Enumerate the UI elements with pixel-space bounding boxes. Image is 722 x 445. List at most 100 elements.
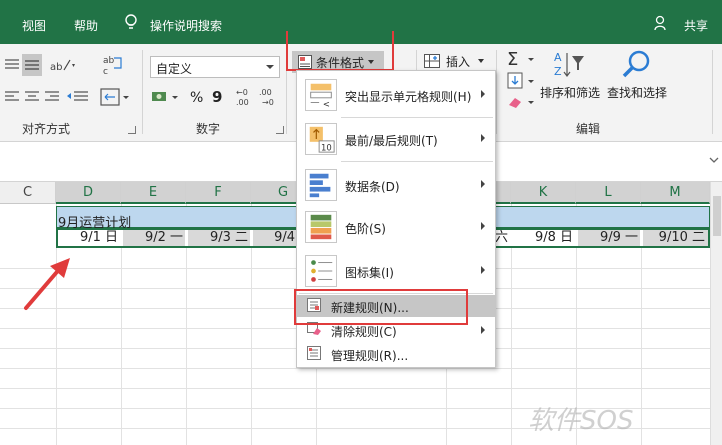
accounting-format-icon[interactable] xyxy=(150,88,182,106)
svg-text:c: c xyxy=(103,67,108,76)
chevron-down-icon xyxy=(266,65,274,69)
manage-rules-icon xyxy=(307,346,321,360)
date-cell[interactable]: 9/10 二 xyxy=(643,230,705,246)
annotation-arrow-icon xyxy=(24,258,70,310)
merge-center-icon[interactable] xyxy=(100,88,130,106)
align-middle-icon xyxy=(25,60,39,70)
vertical-scrollbar[interactable] xyxy=(710,182,722,445)
chevron-right-icon xyxy=(481,222,485,230)
tab-view[interactable]: 视图 xyxy=(22,17,46,34)
gridline xyxy=(0,368,710,369)
align-right-icon[interactable] xyxy=(44,90,60,104)
number-format-select[interactable]: 自定义 xyxy=(150,56,280,78)
align-center-icon[interactable] xyxy=(24,90,40,104)
column-header-f[interactable]: F xyxy=(186,182,251,204)
sort-filter-label[interactable]: 排序和筛选 xyxy=(540,84,600,101)
chevron-right-icon xyxy=(481,90,485,98)
menu-item-icon-sets[interactable]: 图标集(I) xyxy=(297,251,495,291)
svg-text:A: A xyxy=(554,51,562,64)
decrease-indent-icon[interactable] xyxy=(66,90,90,104)
top-ten-label: 10 xyxy=(321,142,332,152)
top-bottom-rules-icon: 10 xyxy=(305,123,337,155)
menu-item-label: 最前/最后规则(T) xyxy=(345,134,438,148)
menu-item-data-bars[interactable]: 数据条(D) xyxy=(297,165,495,205)
menu-item-manage-rules[interactable]: 管理规则(R)... xyxy=(297,343,495,365)
date-cell[interactable]: 9/9 一 xyxy=(578,230,638,246)
menu-item-label: 清除规则(C) xyxy=(331,325,397,339)
watermark-text: 软件SOS xyxy=(528,406,634,436)
svg-text:ab: ab xyxy=(103,56,115,66)
tab-help[interactable]: 帮助 xyxy=(74,17,98,34)
group-label-editing: 编辑 xyxy=(576,122,601,136)
svg-text:→0: →0 xyxy=(262,98,274,107)
chevron-right-icon xyxy=(481,134,485,142)
data-bars-icon xyxy=(305,169,337,201)
align-left-icon[interactable] xyxy=(4,90,20,104)
date-cell[interactable]: 9/3 二 xyxy=(188,230,248,246)
align-middle-button[interactable] xyxy=(22,54,42,76)
group-label-alignment: 对齐方式 xyxy=(22,122,71,136)
chevron-right-icon xyxy=(481,180,485,188)
highlight-box-conditional-formatting xyxy=(286,31,394,71)
number-dialog-launcher[interactable] xyxy=(276,126,284,134)
svg-text:.00: .00 xyxy=(236,98,249,107)
decrease-decimal-icon[interactable]: .00 →0 xyxy=(258,86,278,108)
menu-divider xyxy=(341,117,493,118)
group-divider xyxy=(142,50,143,134)
gridline xyxy=(0,388,710,389)
menu-item-top-bottom[interactable]: 10 最前/最后规则(T) xyxy=(297,119,495,159)
menu-item-label: 数据条(D) xyxy=(345,180,400,194)
group-divider xyxy=(496,50,497,134)
column-header-m[interactable]: M xyxy=(641,182,710,204)
lightbulb-icon[interactable] xyxy=(124,14,138,32)
menu-item-highlight-rules[interactable]: < 突出显示单元格规则(H) xyxy=(297,75,495,115)
autosum-icon[interactable]: Σ xyxy=(506,48,536,68)
date-cell[interactable]: 9/2 一 xyxy=(123,230,183,246)
number-format-value: 自定义 xyxy=(156,62,193,76)
column-header-l[interactable]: L xyxy=(576,182,641,204)
increase-decimal-icon[interactable]: ←0 .00 xyxy=(234,86,254,108)
column-header-c[interactable]: C xyxy=(0,182,56,204)
insert-cells-button[interactable]: 插入 xyxy=(424,50,485,72)
insert-cells-icon xyxy=(424,54,440,68)
insert-cells-label: 插入 xyxy=(446,54,471,69)
group-label-number: 数字 xyxy=(196,122,221,136)
chevron-down-icon xyxy=(478,59,485,63)
group-divider xyxy=(712,50,713,134)
fill-icon[interactable] xyxy=(506,72,536,90)
chevron-right-icon xyxy=(481,266,485,274)
tell-me-search[interactable]: 操作说明搜索 xyxy=(150,17,222,34)
menu-item-label: 管理规则(R)... xyxy=(331,349,409,363)
date-cell[interactable]: 9/8 日 xyxy=(513,230,573,246)
find-select-label[interactable]: 查找和选择 xyxy=(607,84,667,101)
chevron-down-icon[interactable] xyxy=(708,154,720,166)
highlight-box-new-rule xyxy=(294,289,468,325)
column-header-d[interactable]: D xyxy=(56,182,121,204)
share-button[interactable]: 共享 xyxy=(684,17,708,34)
column-header-k[interactable]: K xyxy=(511,182,576,204)
search-icon[interactable] xyxy=(620,48,654,82)
svg-text:ab: ab xyxy=(50,62,62,73)
chevron-right-icon xyxy=(481,326,485,334)
orientation-icon[interactable]: ab xyxy=(50,56,76,74)
svg-text:.00: .00 xyxy=(259,88,272,97)
sort-filter-icon[interactable]: A Z xyxy=(552,48,586,82)
comma-style-button[interactable]: 9 xyxy=(212,88,222,106)
person-icon[interactable] xyxy=(654,15,668,31)
svg-text:Σ: Σ xyxy=(507,49,518,68)
date-cell[interactable]: 9/1 日 xyxy=(58,230,118,246)
scrollbar-thumb[interactable] xyxy=(713,196,721,236)
align-top-icon[interactable] xyxy=(4,58,20,72)
highlight-cells-icon: < xyxy=(305,79,337,111)
svg-text:Z: Z xyxy=(554,65,562,78)
wrap-text-icon[interactable]: ab c xyxy=(102,54,124,76)
percent-style-button[interactable]: % xyxy=(190,90,203,106)
icon-sets-icon xyxy=(305,255,337,287)
svg-text:←0: ←0 xyxy=(236,88,248,97)
column-header-e[interactable]: E xyxy=(121,182,186,204)
date-cell[interactable]: 9/4 xyxy=(253,230,295,246)
clear-eraser-icon[interactable] xyxy=(506,94,536,110)
alignment-dialog-launcher[interactable] xyxy=(128,126,136,134)
menu-item-label: 图标集(I) xyxy=(345,266,394,280)
menu-item-color-scales[interactable]: 色阶(S) xyxy=(297,207,495,247)
